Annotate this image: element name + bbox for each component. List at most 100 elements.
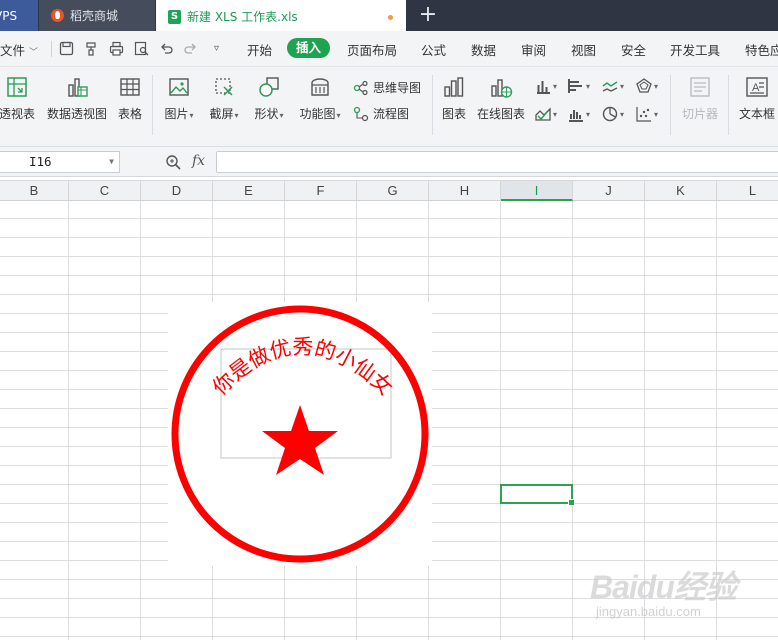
zoom-search-icon[interactable] [165,154,181,170]
svg-text:A: A [752,82,760,94]
menu-security[interactable]: 安全 [621,40,646,59]
grid-line [68,201,69,640]
column-header-e[interactable]: E [213,181,285,201]
column-header-k[interactable]: K [645,181,717,201]
pie-chart-icon [602,106,618,122]
chart-button[interactable]: 图表 [439,75,469,122]
new-tab-button[interactable]: + [416,4,440,28]
area-chart-dropdown-icon: ▾ [553,109,558,119]
slicer-icon [688,75,712,99]
scatter-chart-dropdown[interactable]: ▾ [636,105,664,123]
tab-daoke-label: 稻壳商城 [70,9,119,23]
area-chart-dropdown[interactable]: ▾ [535,105,563,123]
menu-home[interactable]: 开始 [247,40,272,59]
menu-file-label: 文件 [0,43,26,58]
watermark-url: jingyan.baidu.com [596,604,701,619]
formula-bar: I16 ▼ fx [0,147,778,177]
tab-wps-home[interactable]: VPS [0,0,38,31]
grid-line [0,256,778,257]
tab-file-label: 新建 XLS 工作表.xls [187,10,298,24]
table-icon [118,75,142,99]
tab-current-file[interactable]: S 新建 XLS 工作表.xls [156,0,406,31]
baidu-logo: Baidu经验 [590,569,737,605]
column-header-i[interactable]: I [501,181,573,201]
chevron-down-icon[interactable]: ▼ [109,152,114,172]
cell-reference: I16 [29,154,52,169]
selected-cell-i16[interactable] [500,484,575,506]
slicer-button[interactable]: 切片器 [678,75,722,122]
menu-insert[interactable]: 插入 [287,38,331,58]
pivot-table-button[interactable]: 透视表 [0,75,40,122]
red-seal-stamp[interactable]: 你是做优秀的小仙女 [168,302,432,566]
column-header-g[interactable]: G [357,181,429,201]
screenshot-icon [212,75,236,99]
spreadsheet-icon: S [168,9,181,24]
column-header-f[interactable]: F [285,181,357,201]
online-chart-label: 在线图表 [476,107,525,121]
menu-special[interactable]: 特色应 [745,40,778,59]
column-header-c[interactable]: C [69,181,141,201]
grid-line [500,201,501,640]
grid-line [572,201,573,640]
table-button[interactable]: 表格 [114,75,146,122]
quick-access-dropdown-icon[interactable]: ▿ [209,41,224,56]
tab-daoke-store[interactable]: 稻壳商城 [39,0,155,31]
grid-line [0,237,778,238]
stock-chart-dropdown[interactable]: ▾ [568,105,596,123]
line-chart-icon [602,78,618,94]
column-header-j[interactable]: J [573,181,645,201]
formula-input[interactable] [216,151,778,173]
bar-chart-dropdown-icon: ▾ [586,81,591,91]
pie-chart-dropdown[interactable]: ▾ [602,105,630,123]
shape-button[interactable]: 形状▾ [250,75,288,122]
column-header-d[interactable]: D [141,181,213,201]
pivot-chart-icon [65,75,89,99]
radar-chart-dropdown[interactable]: ▾ [636,77,664,95]
menu-review[interactable]: 审阅 [521,40,546,59]
insert-ribbon: 透视表 数据透视图 表格 图片▾ 截屏▾ 形状▾ 功能图▾ 思维导图 流程图 图… [0,67,778,147]
insert-function-icon[interactable]: fx [192,153,205,169]
picture-button[interactable]: 图片▾ [160,75,198,122]
mind-map-label: 思维导图 [373,81,422,95]
pivot-chart-button[interactable]: 数据透视图 [46,75,108,122]
line-chart-dropdown-icon: ▾ [620,81,625,91]
menu-developer[interactable]: 开发工具 [670,40,720,59]
menu-file[interactable]: 文件 ﹀ [0,40,38,59]
picture-dropdown-icon: ▾ [189,111,194,120]
grid-line [140,201,141,640]
screenshot-button[interactable]: 截屏▾ [205,75,243,122]
bar-chart-dropdown[interactable]: ▾ [568,77,596,95]
textbox-button[interactable]: A 文本框 [736,75,778,122]
save-icon[interactable] [59,41,74,56]
menu-page-layout[interactable]: 页面布局 [347,40,397,59]
undo-icon[interactable] [159,41,174,56]
picture-icon [167,75,191,99]
redo-icon[interactable] [183,41,198,56]
print-icon[interactable] [109,41,124,56]
menu-formulas[interactable]: 公式 [421,40,446,59]
baidu-watermark: Baidu经验 jingyan.baidu.com [590,548,770,628]
function-chart-dropdown-icon: ▾ [336,111,341,120]
flowchart-label: 流程图 [373,107,410,121]
column-header-h[interactable]: H [429,181,501,201]
flowchart-button[interactable]: 流程图 [353,105,409,122]
column-header-l[interactable]: L [717,181,778,201]
menu-view[interactable]: 视图 [571,40,596,59]
format-painter-icon[interactable] [84,41,99,56]
grid-line [0,275,778,276]
mind-map-button[interactable]: 思维导图 [353,79,421,96]
column-chart-dropdown-icon: ▾ [553,81,558,91]
menu-data[interactable]: 数据 [471,40,496,59]
online-chart-button[interactable]: 在线图表 [476,75,526,122]
column-chart-dropdown[interactable]: ▾ [535,77,563,95]
pivot-chart-label: 数据透视图 [46,107,107,121]
line-chart-dropdown[interactable]: ▾ [602,77,630,95]
column-header-b[interactable]: B [0,181,69,201]
grid-line [0,294,778,295]
unsaved-dot-icon [388,15,393,20]
print-preview-icon[interactable] [134,41,149,56]
function-chart-button[interactable]: 功能图▾ [295,75,345,122]
menu-bar: 文件 ﹀ ▿ 开始 插入 页面布局 公式 数据 审阅 视图 安全 开发工具 特色应 [0,31,778,67]
name-box[interactable]: I16 ▼ [0,151,120,173]
pivot-table-icon [5,75,29,99]
